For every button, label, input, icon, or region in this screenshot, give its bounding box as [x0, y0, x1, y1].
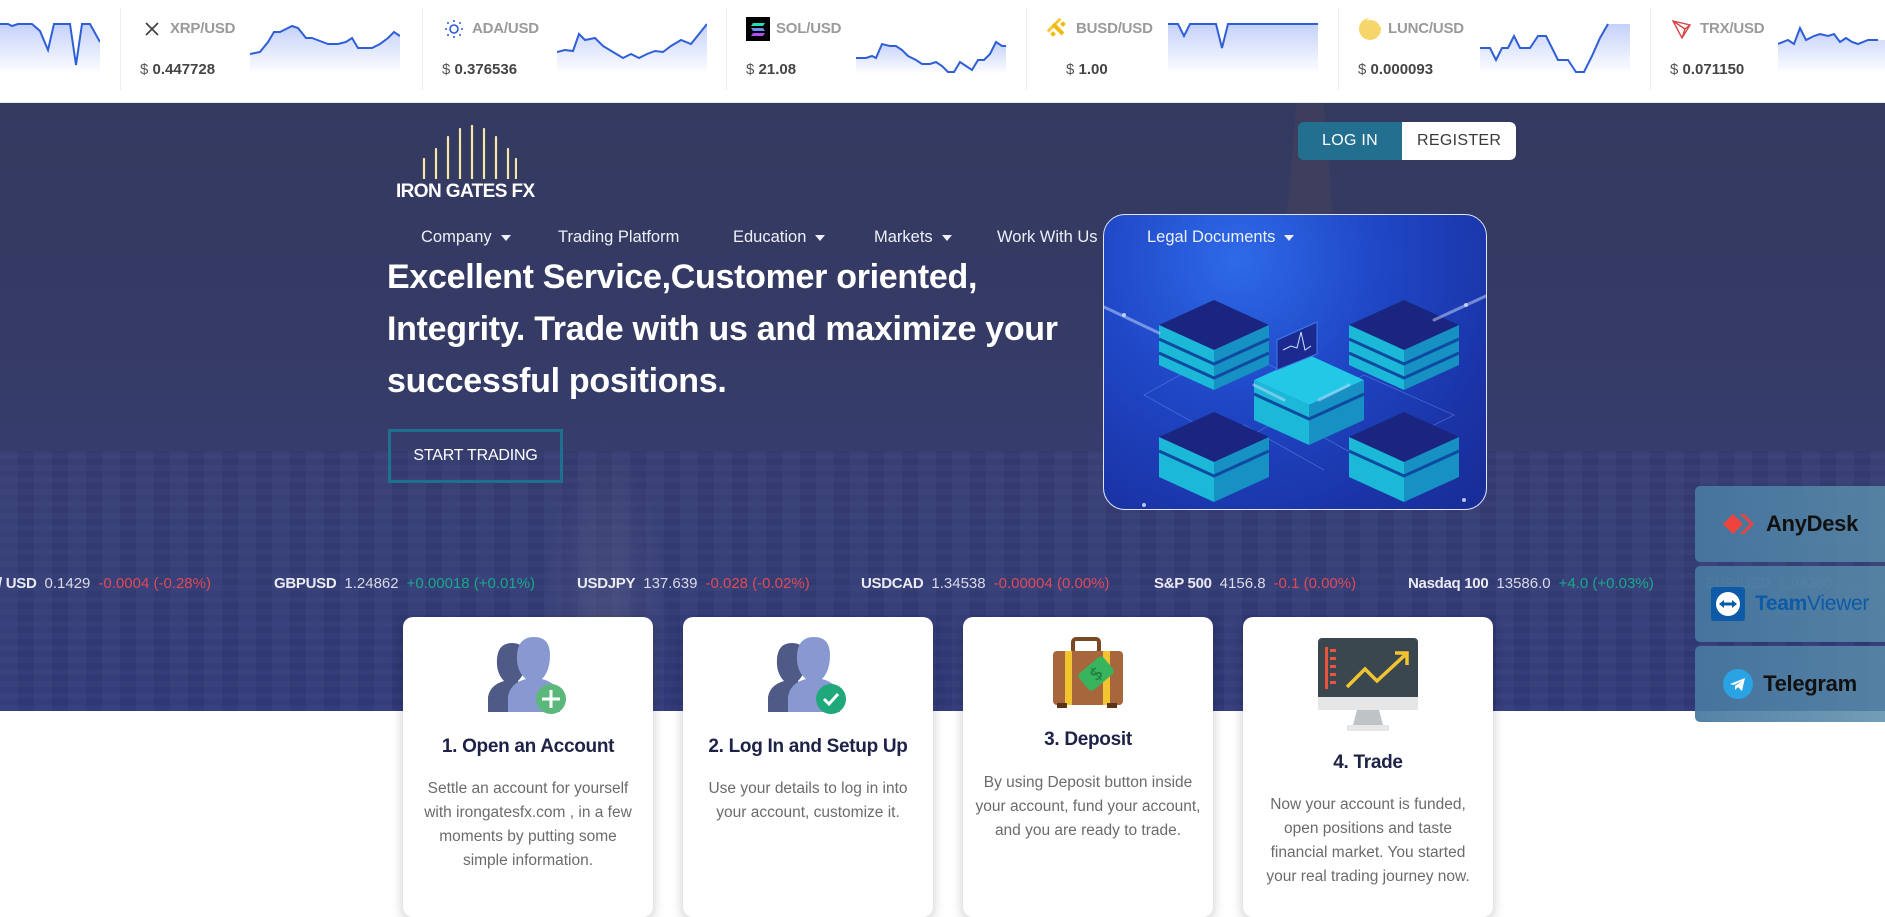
caret-down-icon: [500, 234, 511, 241]
nav-item-legal-documents[interactable]: Legal Documents: [1147, 228, 1295, 247]
step-card: 1. Open an Account Settle an account for…: [403, 617, 653, 917]
step-card: 4. Trade Now your account is funded, ope…: [1243, 617, 1493, 917]
teamviewer-button[interactable]: TeamViewer: [1695, 566, 1885, 642]
crypto-price: $ 0.071150: [1670, 61, 1745, 78]
sparkline-trx: [1778, 25, 1885, 74]
ada-icon: [442, 17, 466, 41]
divider: [422, 8, 423, 90]
nav-item-education[interactable]: Education: [733, 228, 826, 247]
brand-logo[interactable]: IRON GATES FX: [396, 123, 541, 203]
sparkline-partial: [0, 23, 100, 74]
sparkline-sol: [856, 40, 1006, 74]
fx-item[interactable]: / USD 0.1429 -0.0004 (-0.28%): [0, 575, 211, 592]
sparkline-xrp: [250, 24, 400, 74]
telegram-button[interactable]: Telegram: [1695, 646, 1885, 722]
crypto-price: $ 1.00: [1066, 61, 1108, 78]
divider: [1650, 8, 1651, 90]
add-user-icon: [488, 637, 566, 714]
telegram-label: Telegram: [1763, 671, 1857, 696]
crypto-pair: XRP/USD: [170, 20, 236, 37]
crypto-item-partial[interactable]: [0, 0, 120, 102]
fx-item[interactable]: Nasdaq 100 13586.0 +4.0 (+0.03%): [1408, 575, 1654, 592]
fx-item[interactable]: S&P 500 4156.8 -0.1 (0.00%): [1154, 575, 1356, 592]
trading-monitor-icon: [1318, 638, 1418, 731]
brand-name: IRON GATES FX: [396, 181, 535, 202]
verified-user-icon: [768, 637, 846, 714]
step-title: 4. Trade: [1333, 752, 1403, 773]
crypto-item-ada[interactable]: ADA/USD $ 0.376536: [422, 0, 722, 102]
anydesk-button[interactable]: AnyDesk: [1695, 486, 1885, 562]
teamviewer-label: TeamViewer: [1754, 592, 1870, 615]
step-card: 2. Log In and Setup Up Use your details …: [683, 617, 933, 917]
fx-item[interactable]: USDJPY 137.639 -0.028 (-0.02%): [577, 575, 810, 592]
sparkline-busd: [1168, 23, 1318, 74]
step-title: 1. Open an Account: [441, 736, 615, 757]
fx-item[interactable]: USDCAD 1.34538 -0.00004 (0.00%): [861, 575, 1110, 592]
lunc-icon: [1358, 17, 1382, 41]
telegram-icon: [1723, 669, 1754, 699]
auth-buttons: LOG IN REGISTER: [1298, 122, 1517, 160]
headline-line: Excellent Service,Customer oriented,: [387, 258, 978, 296]
crypto-price-ticker: XRP/USD $ 0.447728 ADA/USD $ 0.376536 SO…: [0, 0, 1885, 103]
hero-headline: Excellent Service,Customer oriented, Int…: [387, 251, 1087, 407]
crypto-item-busd[interactable]: BUSD/USD $ 1.00: [1026, 0, 1336, 102]
step-description: Settle an account for yourself with iron…: [424, 780, 632, 869]
start-trading-button[interactable]: START TRADING: [388, 429, 563, 483]
step-card: $ 3. Deposit By using Deposit button ins…: [963, 617, 1213, 917]
crypto-pair: TRX/USD: [1700, 20, 1765, 37]
step-title: 3. Deposit: [1044, 729, 1132, 750]
headline-line: successful positions.: [387, 362, 727, 400]
caret-down-icon: [941, 234, 952, 241]
divider: [120, 8, 121, 90]
getting-started-steps: 1. Open an Account Settle an account for…: [0, 617, 1885, 917]
xrp-icon: [140, 17, 164, 41]
crypto-item-lunc[interactable]: LUNC/USD $ 0.000093: [1338, 0, 1650, 102]
teamviewer-icon: [1710, 587, 1745, 621]
fx-item[interactable]: GBPUSD 1.24862 +0.00018 (+0.01%): [274, 575, 535, 592]
nav-item-trading-platform[interactable]: Trading Platform: [558, 228, 679, 247]
busd-icon: [1046, 17, 1070, 41]
anydesk-label: AnyDesk: [1765, 511, 1859, 536]
caret-down-icon: [815, 234, 826, 241]
trx-icon: [1670, 17, 1694, 41]
step-description: Use your details to log in into your acc…: [708, 780, 908, 821]
money-suitcase-icon: $: [1053, 637, 1123, 708]
nav-item-company[interactable]: Company: [421, 228, 511, 247]
crypto-price: $ 0.447728: [140, 61, 216, 78]
crypto-item-xrp[interactable]: XRP/USD $ 0.447728: [120, 0, 420, 102]
sparkline-lunc: [1480, 23, 1630, 74]
nav-item-work-with-us[interactable]: Work With Us: [997, 228, 1098, 247]
logo-bars-icon: [422, 125, 517, 179]
server-network-illustration: [1103, 214, 1487, 510]
step-title: 2. Log In and Setup Up: [708, 736, 908, 757]
crypto-pair: LUNC/USD: [1388, 20, 1464, 37]
sparkline-ada: [557, 23, 707, 74]
divider: [1026, 8, 1027, 90]
crypto-price: $ 21.08: [746, 61, 797, 78]
divider: [726, 8, 727, 90]
divider: [1338, 8, 1339, 90]
headline-line: Integrity. Trade with us and maximize yo…: [387, 310, 1058, 348]
caret-down-icon: [1284, 234, 1295, 241]
login-button[interactable]: LOG IN: [1298, 122, 1403, 160]
crypto-item-sol[interactable]: SOL/USD $ 21.08: [726, 0, 1026, 102]
crypto-pair: BUSD/USD: [1076, 20, 1153, 37]
crypto-pair: ADA/USD: [472, 20, 539, 37]
step-description: Now your account is funded, open positio…: [1266, 796, 1470, 885]
crypto-item-trx[interactable]: TRX/USD $ 0.071150: [1650, 0, 1885, 102]
crypto-price: $ 0.376536: [442, 61, 518, 78]
crypto-pair: SOL/USD: [776, 20, 842, 37]
fx-market-ticker: / USD 0.1429 -0.0004 (-0.28%) GBPUSD 1.2486…: [0, 569, 1885, 599]
server-stack-icon: [1158, 300, 1270, 390]
sol-icon: [746, 17, 770, 41]
anydesk-icon: [1722, 514, 1754, 534]
step-description: By using Deposit button inside your acco…: [975, 774, 1201, 839]
crypto-price: $ 0.000093: [1358, 61, 1434, 78]
nav-item-markets[interactable]: Markets: [874, 228, 952, 247]
register-button[interactable]: REGISTER: [1402, 122, 1517, 160]
